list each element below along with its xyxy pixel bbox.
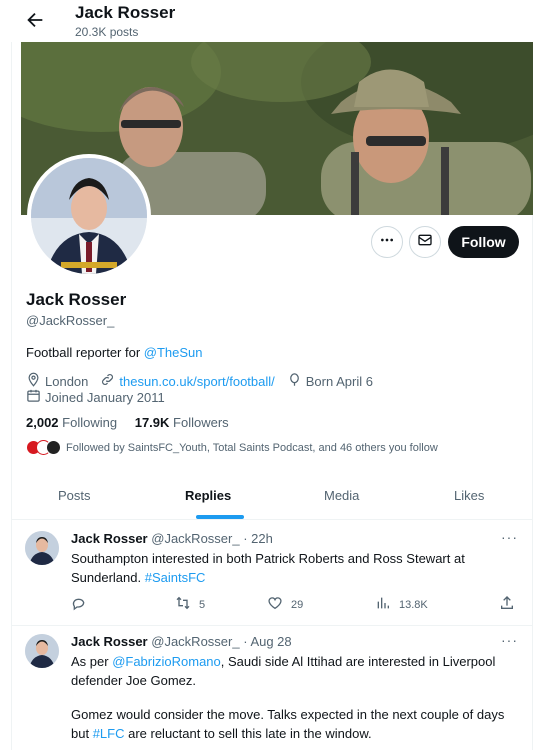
tweet-author-handle[interactable]: @JackRosser_: [151, 531, 239, 546]
tab-likes[interactable]: Likes: [454, 488, 484, 503]
tweet-text-paragraph: Gomez would consider the move. Talks exp…: [71, 705, 521, 743]
active-tab-indicator: [196, 515, 244, 519]
followers-count: 17.9K: [134, 415, 170, 430]
tweet[interactable]: Jack Rosser @JackRosser_ · Aug 28 ··· As…: [11, 626, 533, 750]
birthday-item: Born April 6: [287, 372, 373, 390]
tweet-avatar[interactable]: [25, 531, 59, 565]
back-arrow-icon[interactable]: [24, 9, 46, 31]
views-count: 13.8K: [399, 598, 428, 611]
tweet-author-handle[interactable]: @JackRosser_: [151, 634, 239, 649]
followers-link[interactable]: 17.9K Followers: [135, 415, 229, 430]
follow-button[interactable]: Follow: [448, 226, 519, 258]
heart-icon: [267, 595, 291, 614]
profile-handle: @JackRosser_: [26, 313, 115, 328]
tweet-header: Jack Rosser @JackRosser_ · 22h: [71, 531, 273, 546]
reply-icon: [71, 595, 95, 614]
tweet-more-icon[interactable]: ···: [501, 632, 518, 648]
header-post-count: 20.3K posts: [75, 25, 139, 39]
profile-name: Jack Rosser: [26, 290, 127, 309]
header-name: Jack Rosser: [75, 3, 176, 22]
location-text: London: [45, 373, 89, 389]
followed-by-avatars: [26, 440, 61, 455]
followers-label: Followers: [173, 415, 229, 430]
following-link[interactable]: 2,002 Following: [26, 415, 117, 430]
share-icon: [499, 595, 523, 614]
profile-bio: Football reporter for @TheSun: [26, 345, 203, 360]
tab-posts[interactable]: Posts: [58, 488, 91, 503]
following-label: Following: [62, 415, 118, 430]
mention-link[interactable]: @FabrizioRomano: [112, 654, 221, 669]
tweet-author-name[interactable]: Jack Rosser: [71, 634, 148, 649]
tweet-body-2-cont: are reluctant to sell this late in the w…: [124, 726, 372, 741]
joined-item: Joined January 2011: [26, 388, 165, 406]
tweet[interactable]: Jack Rosser @JackRosser_ · 22h ··· South…: [11, 520, 533, 626]
profile-avatar[interactable]: [27, 154, 151, 278]
birthday-text: Born April 6: [305, 373, 373, 389]
views-chart-icon: [375, 595, 399, 614]
profile-header-bar: Jack Rosser 20.3K posts: [0, 0, 548, 42]
joined-text: Joined January 2011: [45, 389, 165, 405]
tweet-time[interactable]: · 22h: [243, 531, 273, 546]
retweet-icon: [175, 595, 199, 614]
retweet-button[interactable]: 5: [175, 595, 205, 614]
tweet-body: Southampton interested in both Patrick R…: [71, 551, 465, 585]
envelope-icon: [417, 232, 433, 253]
tab-replies[interactable]: Replies: [185, 488, 231, 503]
more-dots-icon: [379, 232, 395, 253]
tab-media[interactable]: Media: [324, 488, 359, 503]
tweet-time[interactable]: · Aug 28: [243, 634, 291, 649]
tweet-actions: 5 29 13.8K: [71, 595, 521, 613]
retweet-count: 5: [199, 598, 206, 611]
balloon-icon: [287, 372, 306, 390]
followed-by-text: Followed by SaintsFC_Youth, Total Saints…: [66, 441, 438, 454]
follow-counts: 2,002 Following 17.9K Followers: [26, 415, 229, 430]
joined-row: Joined January 2011: [26, 388, 177, 406]
calendar-icon: [26, 388, 45, 406]
like-count: 29: [291, 598, 304, 611]
follower-avatar: [46, 440, 61, 455]
tweet-author-name[interactable]: Jack Rosser: [71, 531, 148, 546]
website-link[interactable]: thesun.co.uk/sport/football/: [119, 374, 274, 389]
like-button[interactable]: 29: [267, 595, 303, 614]
following-count: 2,002: [26, 415, 59, 430]
bio-mention-link[interactable]: @TheSun: [144, 345, 203, 360]
followed-by-row[interactable]: Followed by SaintsFC_Youth, Total Saints…: [26, 440, 438, 455]
hashtag-link[interactable]: #LFC: [93, 726, 125, 741]
more-options-button[interactable]: [371, 226, 403, 258]
message-button[interactable]: [409, 226, 441, 258]
profile-tabs: Posts Replies Media Likes: [11, 478, 533, 520]
tweet-text: As per @FabrizioRomano, Saudi side Al It…: [71, 652, 521, 690]
tweet-avatar[interactable]: [25, 634, 59, 668]
reply-button[interactable]: [71, 595, 95, 614]
tweet-more-icon[interactable]: ···: [501, 529, 518, 545]
hashtag-link[interactable]: #SaintsFC: [145, 570, 206, 585]
tweet-text: Southampton interested in both Patrick R…: [71, 549, 521, 587]
views-button[interactable]: 13.8K: [375, 595, 428, 614]
tweet-body: As per: [71, 654, 113, 669]
bio-text: Football reporter for: [26, 345, 144, 360]
share-button[interactable]: [499, 595, 523, 614]
tweet-header: Jack Rosser @JackRosser_ · Aug 28: [71, 634, 292, 649]
